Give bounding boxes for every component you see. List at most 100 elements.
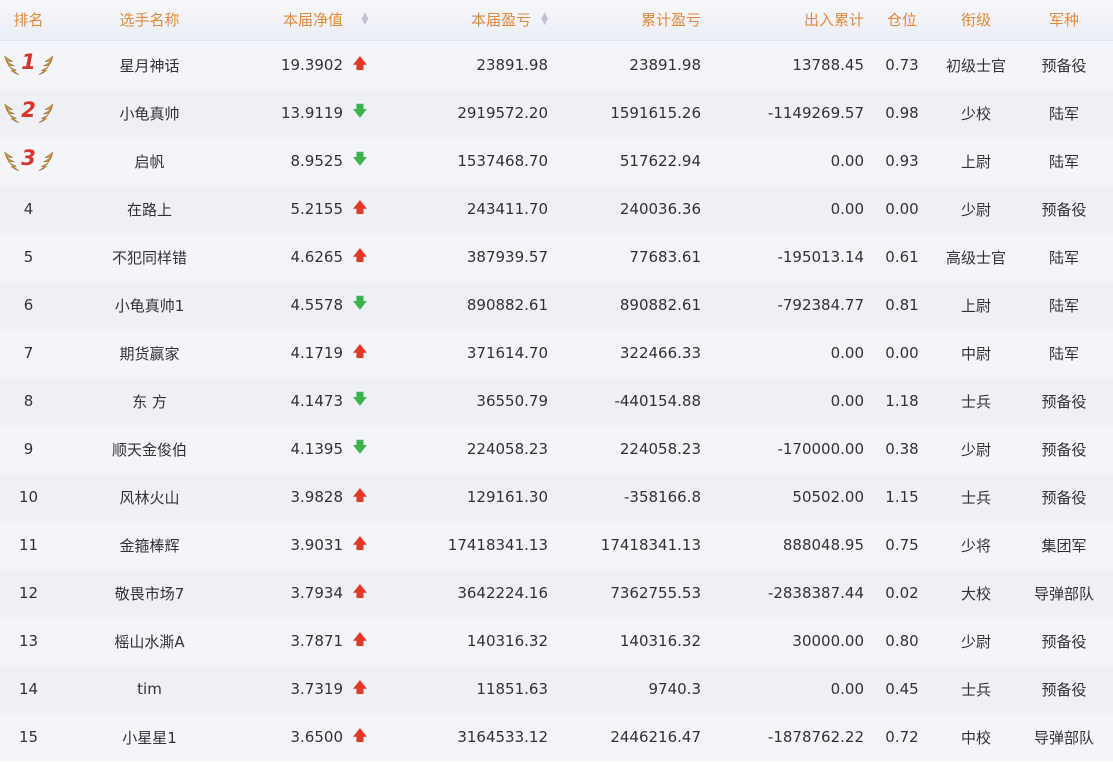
player-name[interactable]: tim xyxy=(57,680,242,698)
grade-value: 士兵 xyxy=(960,488,991,507)
player-name[interactable]: 小龟真帅 xyxy=(57,103,242,124)
table-row: 13 榣山水澌A 3.7871 🡅 140316.32 140316.32 30000.00… xyxy=(0,617,1113,665)
pnl-value: 23891.98 xyxy=(476,56,548,74)
position-value: 0.73 xyxy=(885,56,919,74)
flow-value: 0.00 xyxy=(830,680,864,698)
arrow-up-icon: 🡅 xyxy=(352,341,368,360)
arm-value: 陆军 xyxy=(1048,296,1079,315)
arrow-up-icon: 🡅 xyxy=(352,677,368,696)
cumulative-value: 322466.33 xyxy=(619,344,701,362)
sort-icon[interactable]: ▲ ▼ xyxy=(362,11,369,26)
pnl-value: 224058.23 xyxy=(466,440,548,458)
player-name[interactable]: 不犯同样错 xyxy=(57,247,242,268)
player-name[interactable]: 星月神话 xyxy=(57,55,242,76)
trend-cell: 🡅 xyxy=(345,581,375,606)
cumulative-value: -358166.8 xyxy=(624,488,701,506)
pnl-value: 3642224.16 xyxy=(457,584,548,602)
position-value: 0.98 xyxy=(885,104,919,122)
cumulative-value: 240036.36 xyxy=(619,200,701,218)
cumulative-value: 77683.61 xyxy=(629,248,701,266)
player-name[interactable]: 顺天金俊伯 xyxy=(57,439,242,460)
header-pnl-label: 本届盈亏 xyxy=(471,11,532,29)
grade-value: 士兵 xyxy=(960,392,991,411)
flow-value: -1878762.22 xyxy=(767,728,864,746)
player-name[interactable]: 小星星1 xyxy=(57,727,242,748)
flow-value: 0.00 xyxy=(830,152,864,170)
nav-value: 8.9525 xyxy=(290,152,344,170)
cumulative-value: 517622.94 xyxy=(619,152,701,170)
flow-value: 13788.45 xyxy=(792,56,864,74)
nav-value: 3.9828 xyxy=(290,488,344,506)
rank-cell: 10 xyxy=(18,488,39,506)
rank-cell: 1 xyxy=(0,45,57,85)
flow-value: 50502.00 xyxy=(792,488,864,506)
position-value: 0.81 xyxy=(885,296,919,314)
cumulative-value: -440154.88 xyxy=(614,392,701,410)
flow-value: 0.00 xyxy=(830,200,864,218)
arm-value: 集团军 xyxy=(1041,536,1087,555)
player-name[interactable]: 东 方 xyxy=(57,391,242,412)
table-header: 排名 选手名称 本届净值 ▲ ▼ 本届盈亏 ▲ ▼ 累计盈亏 出入累计 仓位 衔级 军… xyxy=(0,0,1113,41)
table-row: 1 星月神话 19.3902 🡅 23891.98 23891.98 13788.45 0.7… xyxy=(0,41,1113,89)
player-name[interactable]: 在路上 xyxy=(57,199,242,220)
header-pnl-sortable[interactable]: 本届盈亏 ▲ ▼ xyxy=(375,0,551,40)
player-name[interactable]: 风林火山 xyxy=(57,487,242,508)
arm-value: 预备役 xyxy=(1041,680,1087,699)
position-value: 1.15 xyxy=(885,488,919,506)
header-nav-sortable[interactable]: 本届净值 xyxy=(242,0,345,40)
trend-cell: 🡅 xyxy=(345,245,375,270)
wing-left-icon xyxy=(3,103,19,123)
wing-left-icon xyxy=(3,151,19,171)
arm-value: 预备役 xyxy=(1041,56,1087,75)
table-row: 8 东 方 4.1473 🡇 36550.79 -440154.88 0.00 1.18 士兵 预… xyxy=(0,377,1113,425)
nav-sort-toggle[interactable]: ▲ ▼ xyxy=(345,0,375,40)
arm-value: 陆军 xyxy=(1048,104,1079,123)
trend-cell: 🡅 xyxy=(345,197,375,222)
rank-cell: 13 xyxy=(18,632,39,650)
trend-cell: 🡇 xyxy=(345,437,375,462)
grade-value: 高级士官 xyxy=(945,248,1006,267)
nav-value: 4.1473 xyxy=(290,392,344,410)
nav-value: 3.9031 xyxy=(290,536,344,554)
cumulative-value: 23891.98 xyxy=(629,56,701,74)
pnl-value: 2919572.20 xyxy=(457,104,548,122)
grade-value: 少尉 xyxy=(960,440,991,459)
player-name[interactable]: 榣山水澌A xyxy=(57,631,242,652)
pnl-value: 1537468.70 xyxy=(457,152,548,170)
pnl-value: 129161.30 xyxy=(466,488,548,506)
rank-cell: 6 xyxy=(23,296,34,314)
header-cumulative: 累计盈亏 xyxy=(640,11,701,29)
table-row: 12 敬畏市场7 3.7934 🡅 3642224.16 7362755.53 -28383… xyxy=(0,569,1113,617)
player-name[interactable]: 金箍棒辉 xyxy=(57,535,242,556)
wing-right-icon xyxy=(38,103,54,123)
table-row: 4 在路上 5.2155 🡅 243411.70 240036.36 0.00 0.00 少尉 预… xyxy=(0,185,1113,233)
arrow-down-icon: 🡇 xyxy=(352,389,368,408)
player-name[interactable]: 小龟真帅1 xyxy=(57,295,242,316)
nav-value: 4.1395 xyxy=(290,440,344,458)
trend-cell: 🡅 xyxy=(345,53,375,78)
rank-cell: 12 xyxy=(18,584,39,602)
cumulative-value: 140316.32 xyxy=(619,632,701,650)
player-name[interactable]: 期货赢家 xyxy=(57,343,242,364)
pnl-value: 371614.70 xyxy=(466,344,548,362)
position-value: 0.02 xyxy=(885,584,919,602)
arrow-up-icon: 🡅 xyxy=(352,581,368,600)
grade-value: 中校 xyxy=(960,728,991,747)
cumulative-value: 9740.3 xyxy=(648,680,702,698)
arrow-up-icon: 🡅 xyxy=(352,533,368,552)
player-name[interactable]: 敬畏市场7 xyxy=(57,583,242,604)
trend-cell: 🡅 xyxy=(345,485,375,510)
arrow-up-icon: 🡅 xyxy=(352,629,368,648)
table-row: 7 期货赢家 4.1719 🡅 371614.70 322466.33 0.00 0.00 中尉… xyxy=(0,329,1113,377)
pnl-value: 36550.79 xyxy=(476,392,548,410)
flow-value: -2838387.44 xyxy=(767,584,864,602)
sort-icon[interactable]: ▲ ▼ xyxy=(541,11,548,26)
arm-value: 导弹部队 xyxy=(1033,584,1094,603)
position-value: 0.80 xyxy=(885,632,919,650)
player-name[interactable]: 启帆 xyxy=(57,151,242,172)
grade-value: 少校 xyxy=(960,104,991,123)
flow-value: -170000.00 xyxy=(777,440,864,458)
table-row: 15 小星星1 3.6500 🡅 3164533.12 2446216.47 -187876… xyxy=(0,713,1113,761)
pnl-value: 890882.61 xyxy=(466,296,548,314)
nav-value: 13.9119 xyxy=(280,104,343,122)
